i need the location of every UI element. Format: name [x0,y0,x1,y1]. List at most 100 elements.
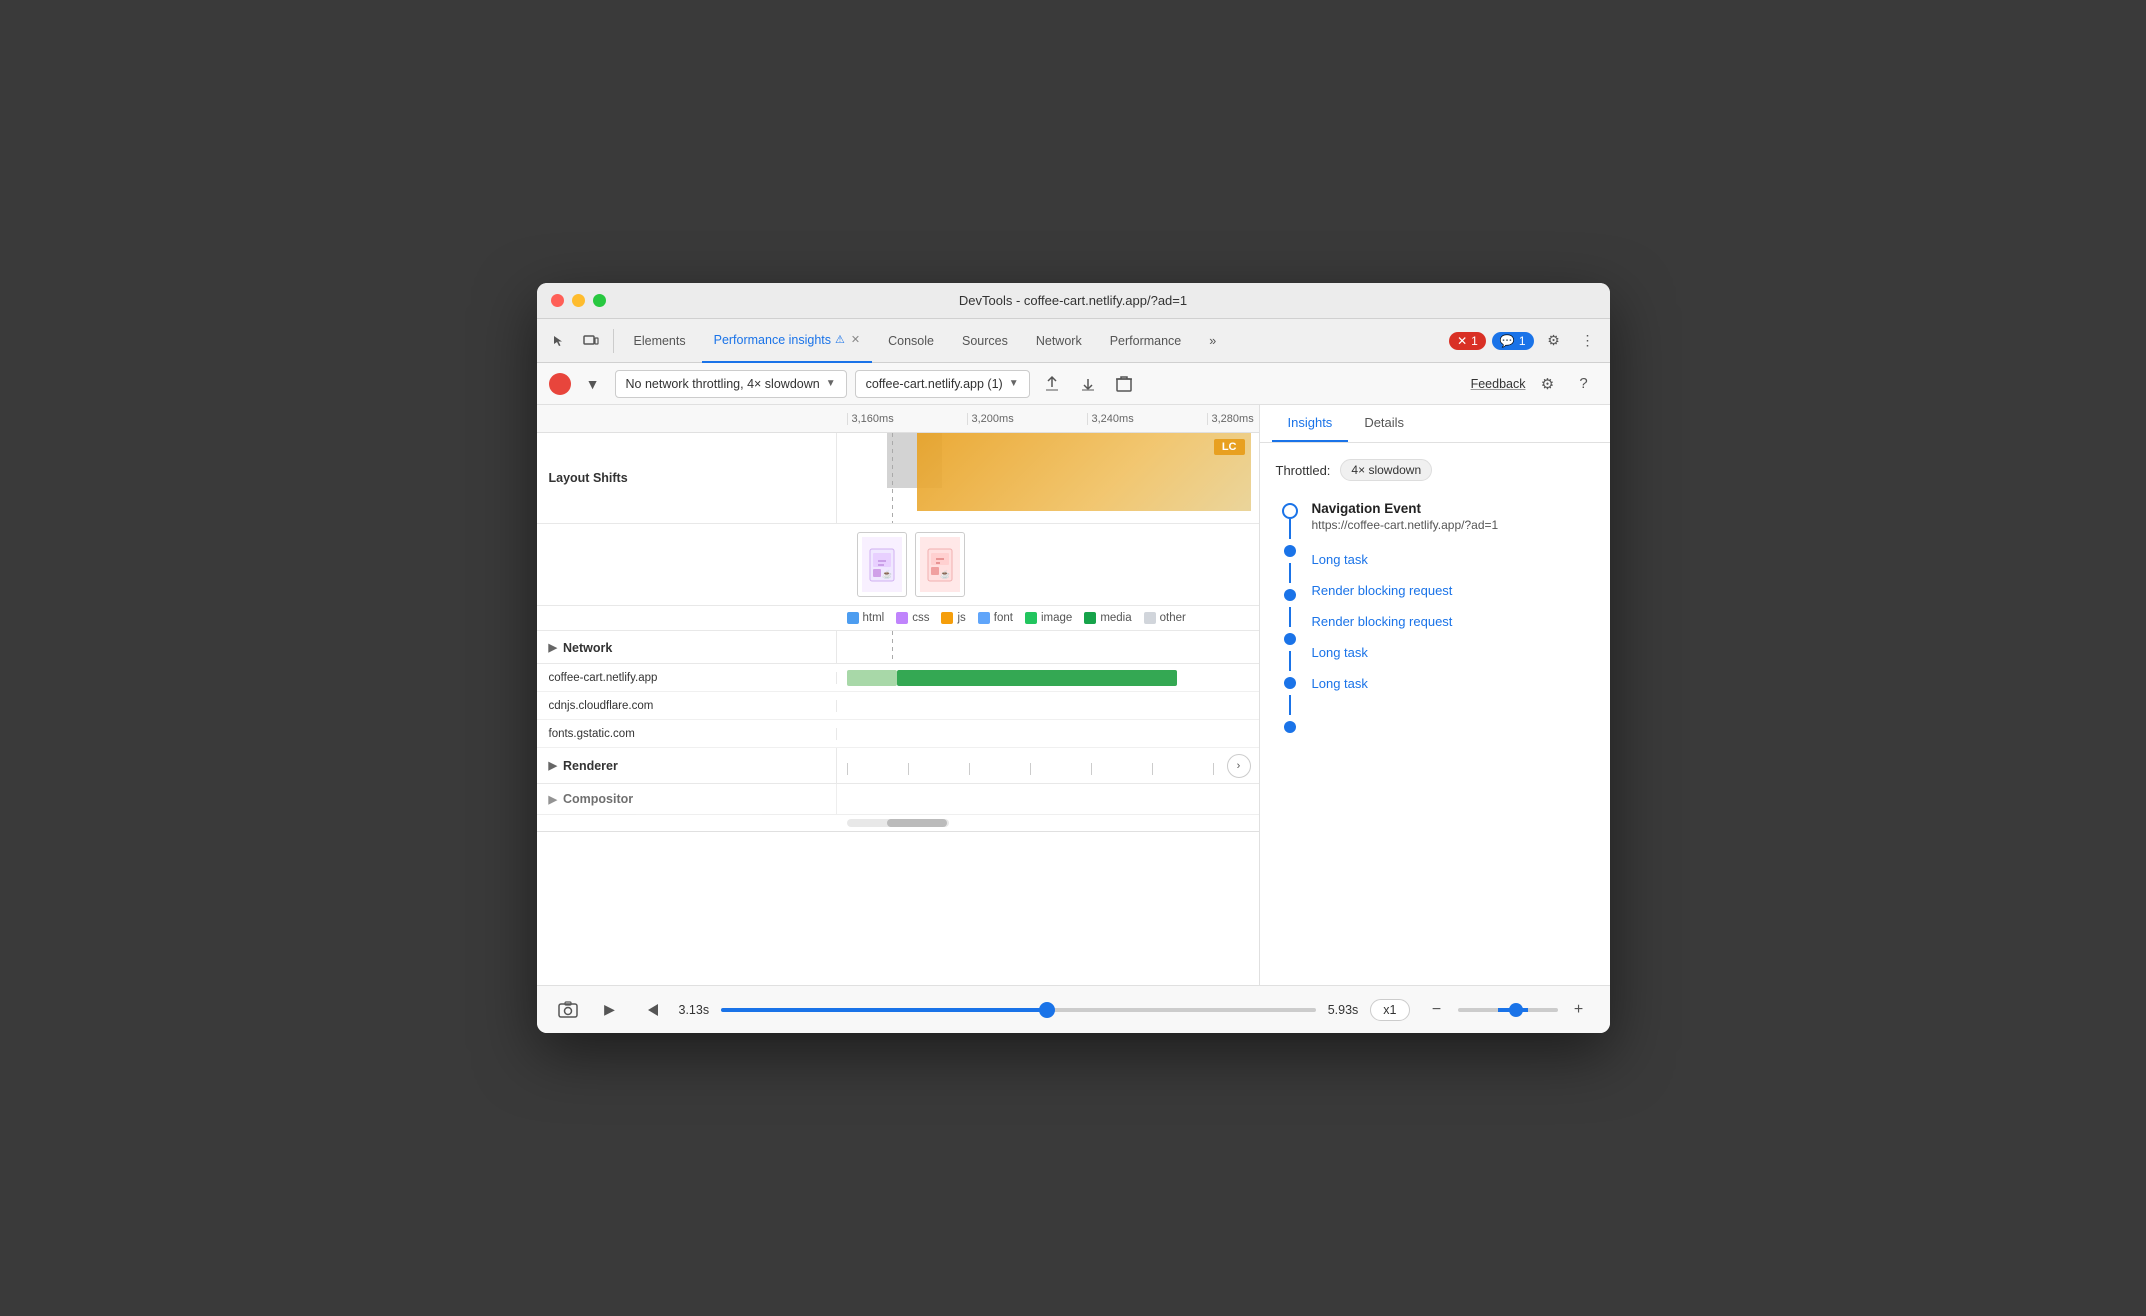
network-main-content [837,631,1259,663]
time-start: 3.13s [679,1003,710,1017]
insight-link-3[interactable]: Long task [1312,645,1368,660]
zoom-out-btn[interactable]: − [1422,995,1452,1025]
tick [847,763,848,775]
legend-font: font [978,612,1013,624]
skip-start-icon [644,1003,660,1017]
record-button[interactable] [549,373,571,395]
help-btn[interactable]: ? [1570,370,1598,398]
upload-icon [1043,375,1061,393]
cursor-icon-btn[interactable] [545,327,573,355]
legend-js: js [941,612,965,624]
thumb-image-2: ☕ [926,547,954,583]
tab-more[interactable]: » [1197,319,1228,363]
tab-elements[interactable]: Elements [622,319,698,363]
ruler-mark-4: 3,280ms [1207,413,1260,425]
layout-shifts-label: Layout Shifts [537,433,837,523]
dot-3 [1284,633,1296,645]
lcp-badge: LC [1214,439,1245,455]
skip-start-btn[interactable] [637,995,667,1025]
throttle-dropdown[interactable]: No network throttling, 4× slowdown ▼ [615,370,847,398]
insight-link-1[interactable]: Render blocking request [1312,583,1453,598]
network-host-3: fonts.gstatic.com [537,728,837,740]
renderer-arrow-icon[interactable]: ▶ [549,759,557,772]
svg-text:☕: ☕ [940,569,950,579]
legend-dot-image [1025,612,1037,624]
tab-performance-insights[interactable]: Performance insights ⚠ ✕ [702,319,873,363]
play-btn[interactable]: ▶ [595,995,625,1025]
network-bar-content-1 [837,664,1259,691]
tab-details[interactable]: Details [1348,405,1420,442]
dashed-line [892,433,893,523]
network-header-row: ▶ Network [537,631,1259,664]
dot-1 [1284,545,1296,557]
nav-event: Navigation Event https://coffee-cart.net… [1312,501,1594,532]
msg-badge[interactable]: 💬 1 [1492,332,1534,350]
tab-close-icon[interactable]: ✕ [851,333,860,346]
feedback-link[interactable]: Feedback [1471,377,1526,391]
ruler-mark-3: 3,240ms [1087,413,1207,425]
trash-icon [1116,375,1132,393]
legend-dot-other [1144,612,1156,624]
record-dropdown-btn[interactable]: ▼ [579,370,607,398]
timeline-ruler: 3,160ms 3,200ms 3,240ms 3,280ms 3,3 [537,405,1259,433]
zoom-control: − + [1422,995,1594,1025]
legend-dot-html [847,612,859,624]
tab-console[interactable]: Console [876,319,946,363]
device-toggle-btn[interactable] [577,327,605,355]
horizontal-scrollbar[interactable] [847,819,949,827]
insight-row-2: Render blocking request [1312,606,1594,637]
legend-dot-css [896,612,908,624]
legend-other: other [1144,612,1186,624]
insight-link-2[interactable]: Render blocking request [1312,614,1453,629]
delete-btn[interactable] [1110,370,1138,398]
tick [1213,763,1214,775]
maximize-button[interactable] [593,294,606,307]
url-dropdown[interactable]: coffee-cart.netlify.app (1) ▼ [855,370,1030,398]
main-toolbar: Elements Performance insights ⚠ ✕ Consol… [537,319,1610,363]
error-badge[interactable]: ✕ 1 [1449,332,1486,350]
settings-icon-btn[interactable]: ⚙ [1534,370,1562,398]
legend-image: image [1025,612,1072,624]
legend-css: css [896,612,929,624]
zoom-in-btn[interactable]: + [1564,995,1594,1025]
zoom-level-badge: x1 [1370,999,1409,1021]
tab-performance[interactable]: Performance [1098,319,1194,363]
legend-dot-media [1084,612,1096,624]
upload-btn[interactable] [1038,370,1066,398]
renderer-ticks [837,763,1259,775]
download-btn[interactable] [1074,370,1102,398]
more-options-btn[interactable]: ⋮ [1574,327,1602,355]
thumb-inner-1: ☕ [862,537,902,592]
insights-content[interactable]: Throttled: 4× slowdown [1260,443,1610,985]
timeline-body[interactable]: Layout Shifts LC [537,433,1259,985]
legend-dot-font [978,612,990,624]
compositor-arrow-icon[interactable]: ▶ [549,793,557,806]
insight-row-3: Long task [1312,637,1594,668]
timeline-panel: 3,160ms 3,200ms 3,240ms 3,280ms 3,3 [537,405,1260,985]
cursor-icon [552,334,566,348]
tab-network[interactable]: Network [1024,319,1094,363]
timeline-scrubber[interactable] [721,1008,1316,1012]
dot-4 [1284,677,1296,689]
insights-panel: Insights Details Throttled: 4× slowdown [1260,405,1610,985]
tab-insights[interactable]: Insights [1272,405,1349,442]
insight-link-4[interactable]: Long task [1312,676,1368,691]
orange-block [917,433,1251,511]
screenshot-btn[interactable] [553,995,583,1025]
network-arrow-icon[interactable]: ▶ [549,641,557,654]
thumb-inner-2: ☕ [920,537,960,592]
collapse-panel-btn[interactable]: › [1227,754,1251,778]
renderer-content [837,748,1259,783]
main-content: 3,160ms 3,200ms 3,240ms 3,280ms 3,3 [537,405,1610,985]
v-line-1 [1289,519,1291,539]
zoom-scrubber[interactable] [1458,1008,1558,1012]
settings-btn[interactable]: ⚙ [1540,327,1568,355]
url-dropdown-arrow-icon: ▼ [1009,378,1019,389]
window-title: DevTools - coffee-cart.netlify.app/?ad=1 [959,293,1187,308]
insight-link-0[interactable]: Long task [1312,552,1368,567]
close-button[interactable] [551,294,564,307]
minimize-button[interactable] [572,294,585,307]
scrollbar-thumb[interactable] [887,819,947,827]
tab-sources[interactable]: Sources [950,319,1020,363]
layout-shifts-row: Layout Shifts LC [537,433,1259,524]
